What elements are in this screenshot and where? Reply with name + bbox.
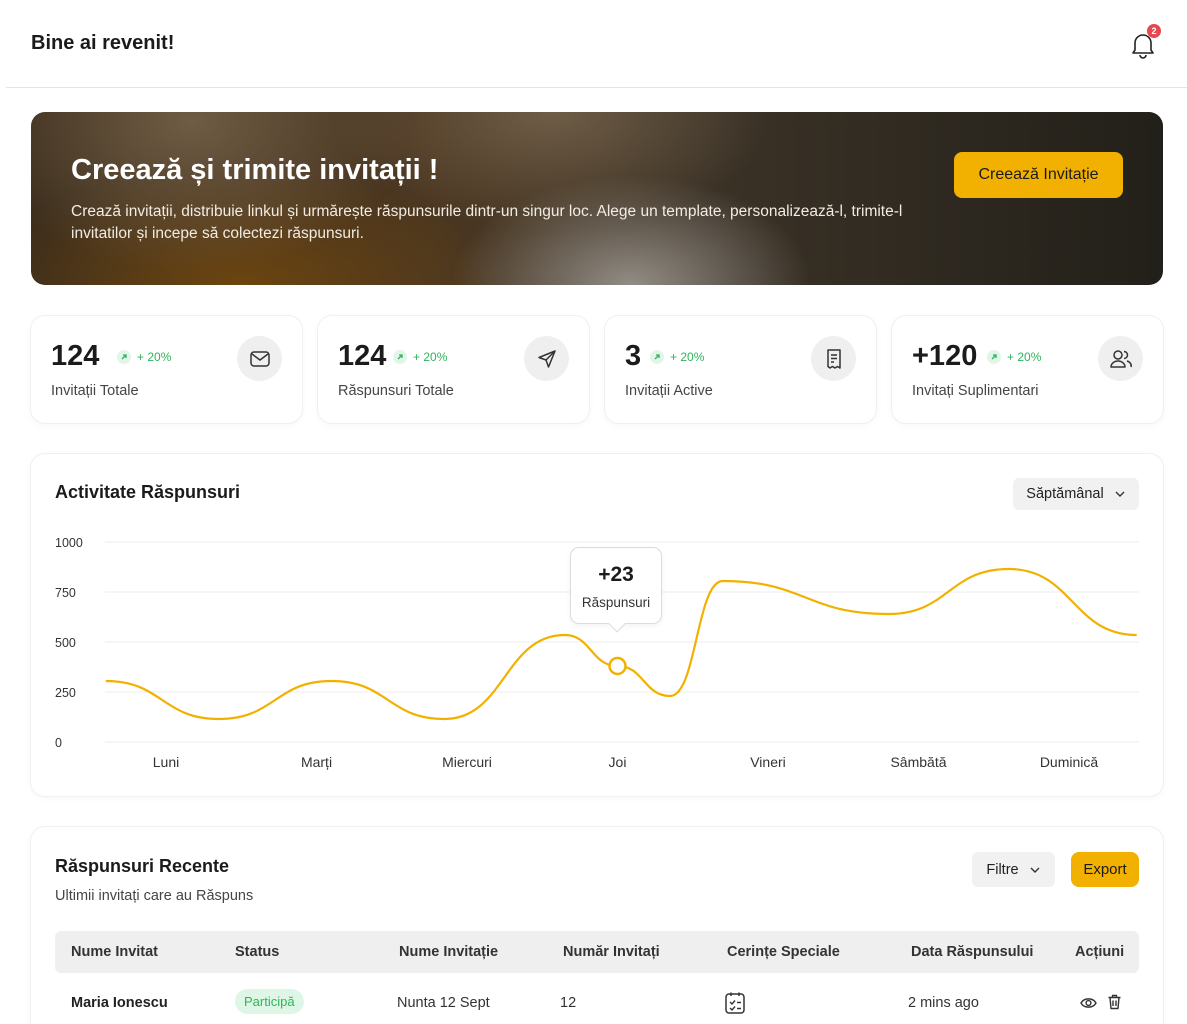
y-tick-label: 750	[55, 586, 76, 600]
create-invitation-button[interactable]: Creează Invitație	[954, 152, 1123, 198]
column-header: Acțiuni	[1075, 944, 1125, 960]
column-header[interactable]: Nume Invitație	[399, 944, 498, 960]
stat-trend: + 20%	[650, 350, 704, 364]
hero-description: Crează invitații, distribuie linkul și u…	[71, 203, 903, 242]
x-tick-label: Joi	[609, 754, 627, 770]
x-tick-label: Sâmbătă	[890, 754, 946, 770]
tooltip-value: +23	[598, 563, 634, 586]
checklist-icon	[725, 992, 745, 1014]
column-header[interactable]: Cerințe Speciale	[727, 944, 840, 960]
trend-up-icon	[117, 350, 131, 364]
column-header[interactable]: Număr Invitați	[563, 944, 660, 960]
chart-x-axis: Luni Marți Miercuri Joi Vineri Sâmbătă Duminic…	[153, 754, 1099, 770]
filter-label: Filtre	[986, 861, 1019, 878]
trend-up-icon	[393, 350, 407, 364]
stat-card-total-responses: 124 + 20% Răspunsuri Totale	[318, 316, 589, 423]
guest-count: 12	[560, 995, 577, 1011]
chevron-down-icon	[1030, 867, 1040, 873]
activity-panel: Activitate Răspunsuri Săptămânal 0 250 500…	[31, 454, 1163, 796]
stat-label: Invitații Totale	[51, 383, 139, 399]
eye-icon	[1080, 998, 1097, 1008]
activity-chart: 0 250 500 750 1000 Luni Marți Miercuri Joi Viner…	[55, 536, 1139, 770]
special-requirements-button[interactable]	[724, 991, 746, 1020]
receipt-icon	[826, 348, 841, 369]
chart-y-axis: 0 250 500 750 1000	[55, 536, 83, 750]
stat-trend-value: + 20%	[1007, 350, 1042, 364]
notifications-button[interactable]: 2	[1128, 24, 1161, 62]
trend-up-icon	[650, 350, 664, 364]
table-header: Nume Invitat Status Nume Invitație Număr…	[55, 931, 1139, 973]
stat-card-extra-guests: +120 + 20% Invitați Suplimentari	[892, 316, 1163, 423]
recent-subtitle: Ultimii invitați care au Răspuns	[55, 888, 254, 904]
column-header[interactable]: Status	[235, 944, 279, 960]
stat-icon	[524, 336, 569, 381]
table-row[interactable]: Maria Ionescu Participă Nunta 12 Sept 12…	[55, 985, 1139, 1021]
stat-value: 3	[625, 340, 642, 372]
stat-card-total-invitations: 124 + 20% Invitații Totale	[31, 316, 302, 423]
trash-icon	[1108, 994, 1121, 1010]
users-icon	[1109, 349, 1132, 368]
x-tick-label: Vineri	[750, 754, 786, 770]
stat-trend-value: + 20%	[413, 350, 448, 364]
stat-trend-value: + 20%	[137, 350, 172, 364]
mail-icon	[249, 350, 270, 367]
column-header[interactable]: Nume Invitat	[71, 944, 158, 960]
x-tick-label: Duminică	[1040, 754, 1099, 770]
stat-card-active-invitations: 3 + 20% Invitații Active	[605, 316, 876, 423]
x-tick-label: Miercuri	[442, 754, 492, 770]
stat-label: Invitații Active	[625, 383, 713, 399]
filter-button[interactable]: Filtre	[972, 852, 1055, 887]
stat-trend: + 20%	[117, 350, 171, 364]
stat-value: +120	[912, 340, 978, 372]
stat-value: 124	[338, 340, 387, 372]
stat-icon	[811, 336, 856, 381]
export-button[interactable]: Export	[1071, 852, 1139, 887]
guest-name: Maria Ionescu	[71, 995, 168, 1011]
hero-title: Creează și trimite invitații !	[71, 154, 439, 186]
invitation-name: Nunta 12 Sept	[397, 995, 490, 1011]
page-title: Bine ai revenit!	[31, 32, 175, 54]
stat-icon	[237, 336, 282, 381]
response-date: 2 mins ago	[908, 995, 979, 1011]
top-bar: Bine ai revenit! 2	[6, 0, 1187, 88]
recent-title: Răspunsuri Recente	[55, 856, 230, 876]
stat-trend: + 20%	[393, 350, 447, 364]
status-badge: Participă	[235, 989, 304, 1014]
chart-tooltip: +23 Răspunsuri	[570, 547, 662, 633]
send-icon	[537, 349, 556, 368]
column-header[interactable]: Data Răspunsului	[911, 944, 1033, 960]
x-tick-label: Marți	[301, 754, 332, 770]
recent-responses-panel: Răspunsuri Recente Ultimii invitați care…	[31, 827, 1163, 1024]
y-tick-label: 500	[55, 636, 76, 650]
stat-label: Răspunsuri Totale	[338, 383, 454, 399]
y-tick-label: 1000	[55, 536, 83, 550]
chart-highlight-point	[608, 656, 627, 676]
trend-up-icon	[987, 350, 1001, 364]
hero-banner: Creează și trimite invitații ! Crează in…	[31, 112, 1163, 285]
stat-trend-value: + 20%	[670, 350, 705, 364]
y-tick-label: 250	[55, 686, 76, 700]
stat-icon	[1098, 336, 1143, 381]
stat-label: Invitați Suplimentari	[912, 383, 1039, 399]
delete-button[interactable]	[1107, 994, 1122, 1015]
notification-badge: 2	[1147, 24, 1161, 38]
view-button[interactable]	[1080, 996, 1097, 1015]
tooltip-label: Răspunsuri	[581, 595, 651, 610]
stat-trend: + 20%	[987, 350, 1041, 364]
y-tick-label: 0	[55, 736, 62, 750]
x-tick-label: Luni	[153, 754, 179, 770]
stat-value: 124	[51, 340, 100, 372]
